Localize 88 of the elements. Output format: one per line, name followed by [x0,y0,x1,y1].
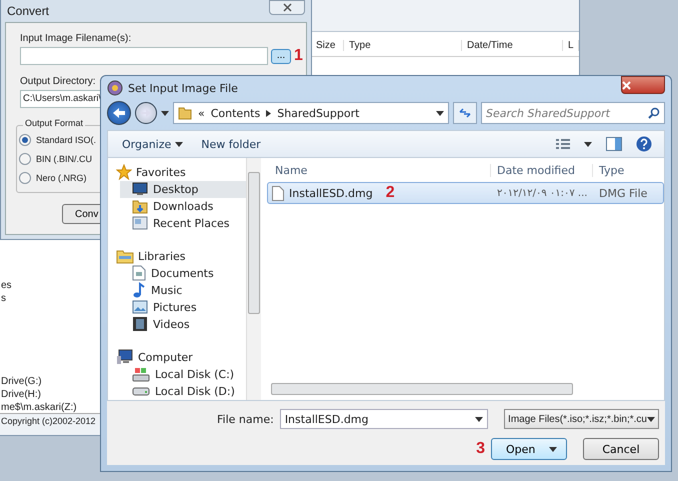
column-header[interactable]: L [563,40,579,52]
refresh-icon [459,107,471,119]
close-button[interactable] [269,0,305,14]
monitor-icon [132,182,148,196]
nav-item[interactable]: Desktop [120,180,246,198]
step-number: 2 [386,184,395,202]
file-icon [272,186,284,200]
input-field[interactable] [20,47,268,65]
nav-item[interactable]: Local Disk (D:) [130,382,246,400]
column-header[interactable]: Date/Time [462,40,563,52]
file-name: InstallESD.dmg [289,186,373,200]
radio-button[interactable] [19,153,31,165]
nav-item[interactable]: Recent Places [130,214,246,232]
breadcrumb-item[interactable]: « [198,106,205,120]
back-arrow-icon [113,108,125,118]
browse-button[interactable]: ... [271,48,291,64]
caret-icon [549,446,558,452]
caret-icon [647,416,655,422]
refresh-button[interactable] [453,102,477,124]
radio-label: Nero (.NRG) [36,173,87,183]
star-icon [116,164,132,180]
nav-item[interactable]: Pictures [130,298,246,316]
column-header[interactable]: Date modified [490,164,592,176]
help-icon [636,136,652,152]
field-label: File name: [217,412,274,426]
file-type: DMG File [598,186,648,200]
column-header[interactable]: Name [267,164,490,176]
music-note-icon [132,282,146,298]
caret-icon [436,110,444,116]
search-field[interactable]: Search SharedSupport [481,102,665,124]
history-caret-icon [161,110,169,116]
view-list-icon [556,138,570,150]
scrollbar[interactable] [246,158,261,400]
cancel-button[interactable]: Cancel [583,438,659,460]
recent-places-icon [132,215,148,232]
step-number: 3 [476,440,485,458]
radio-button[interactable] [19,134,31,146]
library-folder-icon [116,248,134,264]
radio-button[interactable] [19,172,31,184]
breadcrumb-item[interactable]: SharedSupport [277,106,360,120]
close-icon [622,80,631,90]
nav-item[interactable]: Music [130,282,246,299]
step-number: 1 [294,47,303,65]
picture-icon [132,300,148,314]
view-caret-icon [584,142,592,146]
nav-item[interactable]: Videos [130,316,246,333]
back-button[interactable] [107,101,131,125]
address-bar[interactable]: « Contents SharedSupport [173,102,449,124]
close-icon [282,2,292,12]
breadcrumb-item[interactable]: Contents [210,106,260,120]
folder-icon [178,106,192,120]
nav-item[interactable]: Documents [130,264,246,282]
disk-drive-icon [132,385,150,398]
dialog-title: Convert [7,4,50,18]
dialog-title: Set Input Image File [128,82,239,94]
radio-label: BIN (.BIN/.CU [36,154,92,164]
file-type-dropdown[interactable]: Image Files(*.iso;*.isz;*.bin;*.cu [504,409,659,429]
computer-icon [116,349,134,366]
forward-arrow-icon [141,109,151,117]
nav-group[interactable]: Libraries [116,248,246,265]
app-icon [107,80,123,96]
toolbar-button[interactable]: Organize [120,136,186,152]
column-header[interactable]: Type [344,40,462,52]
toolbar-button[interactable]: New folder [199,136,263,152]
field-label: Input Image Filename(s): [20,33,132,44]
field-label: Output Directory: [20,76,96,87]
caret-icon [175,142,184,146]
radio-label: Standard ISO(. [36,135,96,145]
chevron-icon [266,110,272,116]
nav-group[interactable]: Computer [116,348,246,366]
file-date: ۲۰۱۲/۱۲/۰۹ ۰۱:۰۷ ... [496,188,588,198]
group-label: Output Format [23,118,86,128]
nav-item[interactable]: Local Disk (C:) [130,366,246,383]
nav-item[interactable]: Downloads [130,198,246,215]
document-icon [132,265,146,282]
preview-pane-icon [606,137,622,151]
forward-button[interactable] [135,102,157,124]
caret-icon [475,416,484,422]
file-name-field[interactable]: InstallESD.dmg [280,409,488,429]
status-text: Copyright (c)2002-2012 [1,416,96,426]
nav-group[interactable]: Favorites [116,164,246,181]
search-icon [648,107,660,119]
close-button[interactable] [621,76,665,94]
open-button[interactable]: Open [491,438,567,460]
film-icon [132,316,148,332]
column-header[interactable]: Type [592,164,624,176]
disk-drive-icon [132,366,150,382]
folder-icon [132,198,148,214]
